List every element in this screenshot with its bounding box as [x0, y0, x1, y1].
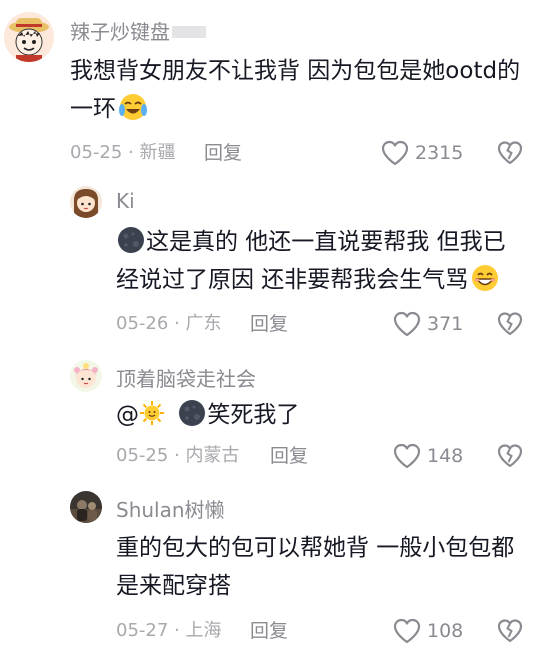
flower-girl-avatar-icon — [70, 360, 102, 392]
comment-meta: 05-27 · 上海 — [116, 617, 222, 645]
comment-3: 顶着脑袋走社会 @ 笑死我了 05-25 · 内蒙古 回复 148 — [0, 350, 539, 485]
avatar[interactable] — [4, 12, 54, 62]
crying-laughing-emoji-icon — [119, 94, 147, 120]
comment-date: 05-25 — [70, 142, 123, 163]
dark-moon-emoji-icon — [179, 400, 206, 426]
broken-heart-icon[interactable] — [497, 618, 523, 644]
like-count: 148 — [427, 445, 464, 467]
author-name[interactable]: 顶着脑袋走社会 — [116, 363, 256, 392]
comment-location: 广东 — [185, 313, 222, 334]
comment-text: 重的包大的包可以帮她背 一般小包包都 是来配穿搭 — [116, 535, 515, 599]
like-button[interactable]: 2315 — [381, 138, 463, 168]
heart-outline-icon — [393, 311, 421, 337]
masked-text-bar — [172, 26, 206, 38]
comment-text: 我想背女朋友不让我背 因为包包是她ootd的 一环 — [70, 58, 521, 122]
broken-heart-icon[interactable] — [497, 311, 523, 337]
photo-avatar-icon — [70, 491, 102, 523]
reply-button[interactable]: 回复 — [250, 310, 288, 338]
comment-location: 上海 — [185, 620, 222, 641]
reply-button[interactable]: 回复 — [204, 139, 242, 167]
avatar[interactable] — [70, 491, 102, 523]
comment-2: Ki 这是真的 他还一直说要帮我 但我已 经说过了原因 还非要帮我会生气骂 05… — [0, 180, 539, 350]
cartoon-avatar-icon — [4, 12, 54, 62]
heart-outline-icon — [393, 618, 421, 644]
reply-button[interactable]: 回复 — [270, 442, 308, 470]
like-count: 108 — [427, 620, 464, 642]
comment-date: 05-27 — [116, 620, 169, 641]
author-name[interactable]: 辣子炒键盘 — [70, 16, 206, 45]
like-button[interactable]: 108 — [393, 616, 463, 646]
mention-at[interactable]: @ — [116, 402, 139, 428]
comment-text: 这是真的 他还一直说要帮我 但我已 经说过了原因 还非要帮我会生气骂 — [116, 223, 506, 299]
broken-heart-icon[interactable] — [497, 140, 523, 166]
author-name[interactable]: Shulan树懒 — [116, 494, 225, 523]
comment-text: @ 笑死我了 — [116, 396, 299, 434]
comment-meta: 05-25 · 新疆 — [70, 139, 176, 167]
like-button[interactable]: 148 — [393, 441, 463, 471]
avatar[interactable] — [70, 186, 102, 218]
meta-separator: · — [174, 445, 180, 466]
heart-outline-icon — [381, 140, 409, 166]
like-button[interactable]: 371 — [393, 309, 463, 339]
comment-meta: 05-25 · 内蒙古 — [116, 442, 240, 470]
meta-separator: · — [174, 313, 180, 334]
meta-separator: · — [128, 142, 134, 163]
comment-1: 辣子炒键盘 我想背女朋友不让我背 因为包包是她ootd的 一环 05-25 · … — [0, 0, 539, 180]
girl-avatar-icon — [70, 186, 102, 218]
comment-date: 05-26 — [116, 313, 169, 334]
author-name[interactable]: Ki — [116, 189, 135, 213]
heart-outline-icon — [393, 443, 421, 469]
comment-4: Shulan树懒 重的包大的包可以帮她背 一般小包包都 是来配穿搭 05-27 … — [0, 485, 539, 648]
comment-location: 内蒙古 — [185, 445, 240, 466]
avatar[interactable] — [70, 360, 102, 392]
sun-face-emoji-icon — [140, 401, 164, 425]
comment-meta: 05-26 · 广东 — [116, 310, 222, 338]
comment-date: 05-25 — [116, 445, 169, 466]
reply-button[interactable]: 回复 — [250, 617, 288, 645]
broken-heart-icon[interactable] — [497, 443, 523, 469]
dark-moon-emoji-icon — [118, 227, 144, 253]
like-count: 371 — [427, 313, 464, 335]
grinning-face-emoji-icon — [472, 265, 499, 291]
comment-location: 新疆 — [139, 142, 176, 163]
like-count: 2315 — [415, 142, 464, 164]
meta-separator: · — [174, 620, 180, 641]
